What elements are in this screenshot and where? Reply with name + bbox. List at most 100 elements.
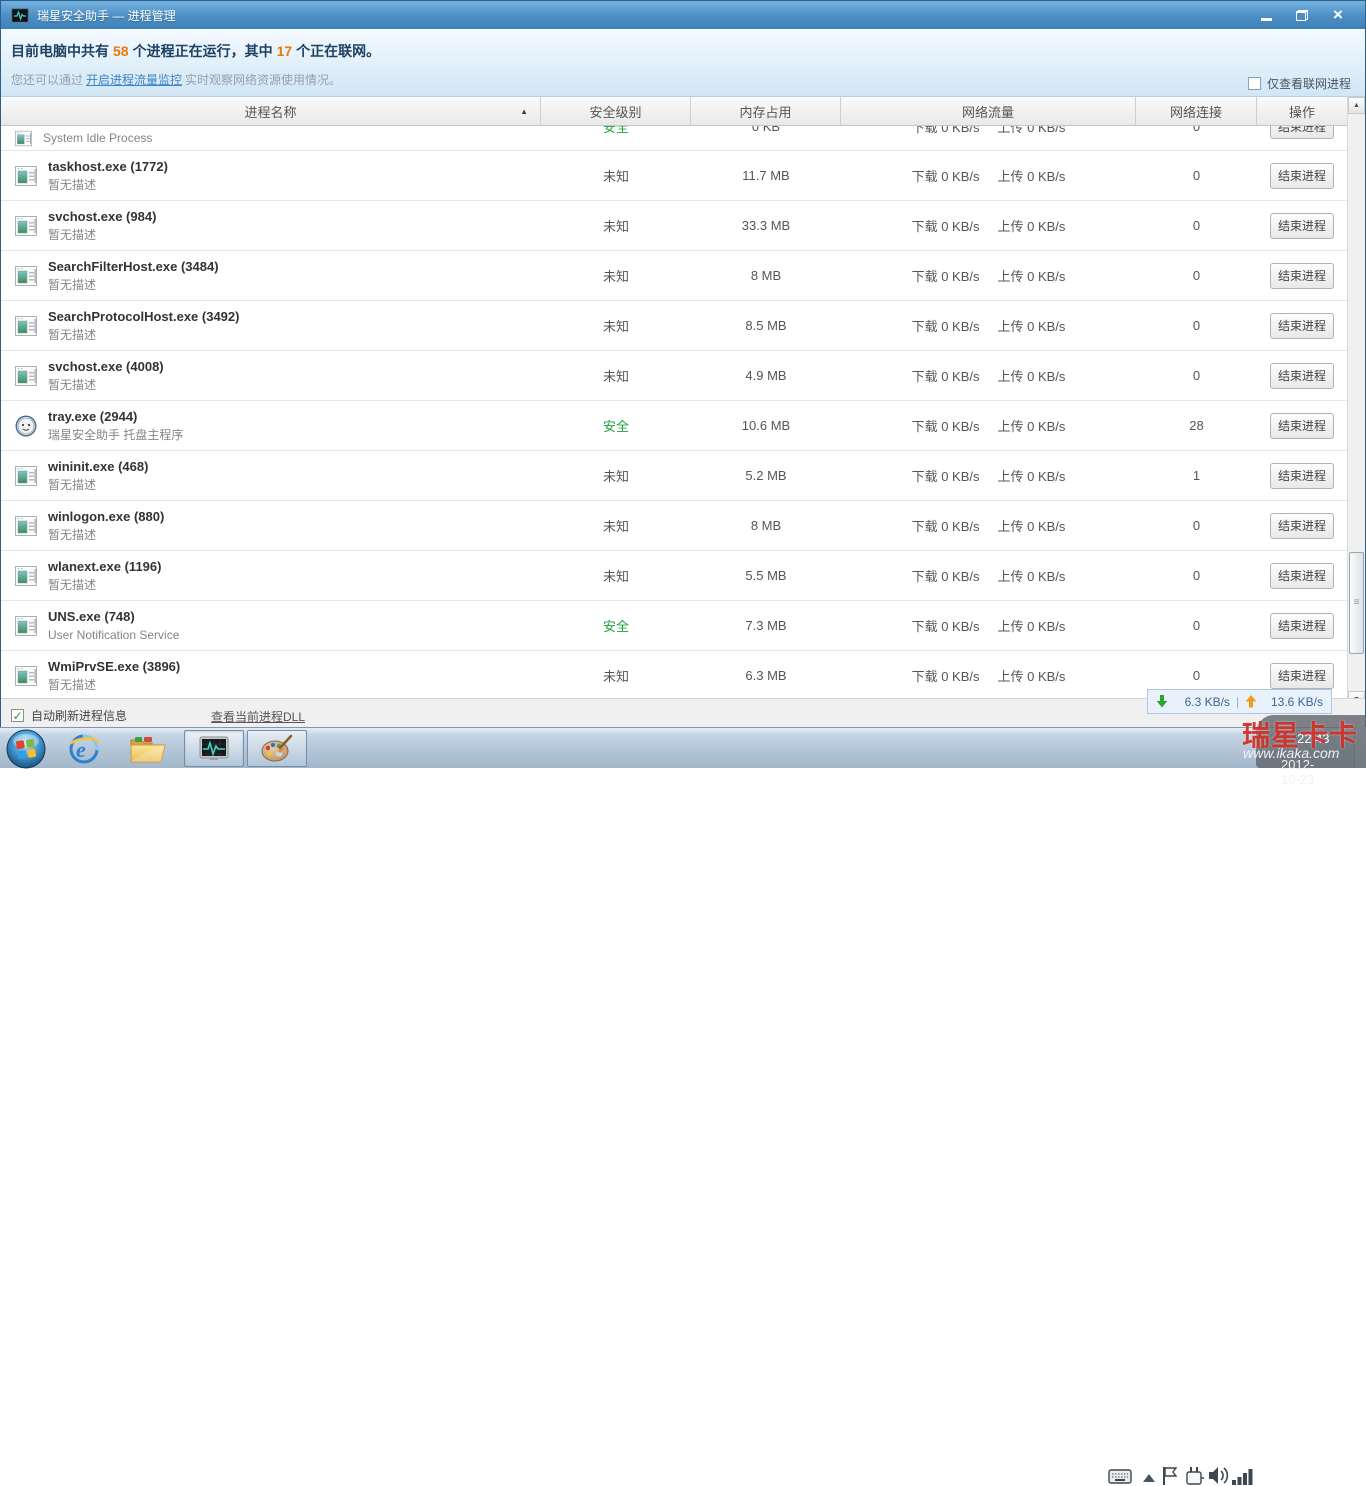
taskbar-paint-button[interactable] <box>247 730 307 767</box>
view-dll-link[interactable]: 查看当前进程DLL <box>211 708 305 725</box>
network-traffic-cell: 下载 0 KB/s 上传 0 KB/s <box>841 151 1136 200</box>
process-name: SearchProtocolHost.exe (3492) <box>48 308 240 324</box>
online-only-checkbox-box[interactable] <box>1247 77 1261 90</box>
autorefresh-checkbox[interactable]: ✓ 自动刷新进程信息 <box>11 707 127 724</box>
process-summary: 目前电脑中共有 58 个进程正在运行，其中 17 个正在联网。 <box>11 41 380 61</box>
memory-usage-cell: 8 MB <box>691 251 841 300</box>
network-connections-cell: 0 <box>1136 351 1257 400</box>
column-header-level[interactable]: 安全级别 <box>541 97 691 125</box>
kill-process-button[interactable]: 结束进程 <box>1270 512 1334 539</box>
kill-process-button[interactable]: 结束进程 <box>1270 612 1334 639</box>
network-connections-cell: 0 <box>1136 201 1257 250</box>
kill-process-button[interactable]: 结束进程 <box>1270 412 1334 439</box>
show-desktop-button[interactable] <box>1354 727 1366 768</box>
minimize-button[interactable] <box>1253 6 1279 24</box>
column-header-name[interactable]: 进程名称 ▲ <box>1 97 541 125</box>
taskbar-process-manager-button[interactable] <box>184 730 244 767</box>
download-traffic: 下载 0 KB/s <box>911 419 980 434</box>
vertical-scrollbar[interactable]: ▲ ≡ ▼ <box>1347 97 1365 708</box>
autorefresh-checkbox-box[interactable]: ✓ <box>11 709 24 723</box>
kill-process-button[interactable]: 结束进程 <box>1270 162 1334 189</box>
network-connections-cell: 0 <box>1136 251 1257 300</box>
connection-count: 0 <box>1192 126 1201 134</box>
kill-process-button[interactable]: 结束进程 <box>1270 262 1334 289</box>
upload-traffic: 上传 0 KB/s <box>997 519 1066 534</box>
process-name: wlanext.exe (1196) <box>48 558 162 574</box>
column-header-action[interactable]: 操作 <box>1257 97 1347 125</box>
security-level-cell: 未知 <box>541 351 691 400</box>
close-icon: × <box>1333 5 1343 24</box>
close-button[interactable]: × <box>1325 6 1351 24</box>
process-row: SearchProtocolHost.exe (3492) 暂无描述 未知 8.… <box>1 301 1347 351</box>
process-name-cell: taskhost.exe (1772) 暂无描述 <box>1 151 541 200</box>
kill-process-button[interactable]: 结束进程 <box>1270 562 1334 589</box>
traffic-hint: 您还可以通过 开启进程流量监控 实时观察网络资源使用情况。 <box>11 71 341 88</box>
process-text: WmiPrvSE.exe (3896) 暂无描述 <box>48 659 180 693</box>
network-traffic-cell: 下载 0 KB/s 上传 0 KB/s <box>841 451 1136 500</box>
tray-show-hidden-icons-chevron[interactable] <box>1143 1474 1155 1482</box>
connection-count: 0 <box>1192 518 1201 533</box>
security-level: 未知 <box>602 319 629 334</box>
memory-usage: 5.2 MB <box>745 468 787 483</box>
process-count: 58 <box>113 43 129 59</box>
kill-process-button[interactable]: 结束进程 <box>1270 462 1334 489</box>
kill-process-button[interactable]: 结束进程 <box>1270 126 1334 139</box>
tray-network-signal-icon[interactable] <box>1232 1468 1254 1485</box>
process-row: svchost.exe (4008) 暂无描述 未知 4.9 MB 下载 0 K… <box>1 351 1347 401</box>
enable-traffic-monitor-link[interactable]: 开启进程流量监控 <box>86 73 182 87</box>
process-name: taskhost.exe (1772) <box>48 158 168 174</box>
restore-button[interactable] <box>1289 6 1315 24</box>
network-traffic-cell: 下载 0 KB/s 上传 0 KB/s <box>841 301 1136 350</box>
tray-power-plug-icon[interactable] <box>1185 1466 1205 1486</box>
column-header-connections[interactable]: 网络连接 <box>1136 97 1257 125</box>
download-traffic: 下载 0 KB/s <box>911 319 980 334</box>
process-row: SearchFilterHost.exe (3484) 暂无描述 未知 8 MB… <box>1 251 1347 301</box>
taskbar-ie-icon[interactable]: e <box>62 731 106 767</box>
default-process-icon <box>15 565 37 586</box>
process-name: SearchFilterHost.exe (3484) <box>48 258 219 274</box>
column-header-memory[interactable]: 内存占用 <box>691 97 841 125</box>
memory-usage-cell: 7.3 MB <box>691 601 841 650</box>
process-text: SearchFilterHost.exe (3484) 暂无描述 <box>48 259 219 293</box>
network-traffic-cell: 下载 0 KB/s 上传 0 KB/s <box>841 351 1136 400</box>
connection-count: 0 <box>1192 668 1201 683</box>
process-row: winlogon.exe (880) 暂无描述 未知 8 MB 下载 0 KB/… <box>1 501 1347 551</box>
memory-usage-cell: 0 KB <box>691 126 841 138</box>
online-only-checkbox[interactable]: 仅查看联网进程 <box>1247 75 1351 92</box>
memory-usage-cell: 10.6 MB <box>691 401 841 450</box>
kill-process-button[interactable]: 结束进程 <box>1270 212 1334 239</box>
scrollbar-thumb[interactable]: ≡ <box>1349 552 1364 654</box>
kill-process-button[interactable]: 结束进程 <box>1270 312 1334 339</box>
kill-process-button[interactable]: 结束进程 <box>1270 362 1334 389</box>
start-button[interactable] <box>6 729 46 769</box>
process-description: 瑞星安全助手 托盘主程序 <box>48 427 184 442</box>
memory-usage-cell: 4.9 MB <box>691 351 841 400</box>
process-description: 暂无描述 <box>48 677 97 692</box>
process-description: 暂无描述 <box>48 227 97 242</box>
autorefresh-label: 自动刷新进程信息 <box>31 709 128 723</box>
online-count: 17 <box>276 43 293 59</box>
process-name-cell: winlogon.exe (880) 暂无描述 <box>1 501 541 550</box>
taskbar: e <box>0 727 1366 1485</box>
upload-traffic: 上传 0 KB/s <box>997 469 1066 484</box>
scroll-up-arrow[interactable]: ▲ <box>1348 97 1365 114</box>
memory-usage: 7.3 MB <box>745 618 787 633</box>
paint-icon <box>261 734 293 761</box>
memory-usage: 6.3 MB <box>745 668 787 683</box>
kill-process-button[interactable]: 结束进程 <box>1270 662 1334 689</box>
process-name-cell: WmiPrvSE.exe (3896) 暂无描述 <box>1 651 541 698</box>
tray-volume-icon[interactable] <box>1208 1466 1230 1485</box>
window-title: 瑞星安全助手 — 进程管理 <box>37 8 176 23</box>
tray-action-center-flag-icon[interactable] <box>1161 1466 1179 1486</box>
process-text: UNS.exe (748) User Notification Service <box>48 609 179 643</box>
taskbar-explorer-icon[interactable] <box>126 731 170 767</box>
security-level: 未知 <box>602 269 629 284</box>
process-text: svchost.exe (4008) 暂无描述 <box>48 359 164 393</box>
memory-usage: 8.5 MB <box>745 318 787 333</box>
security-level-cell: 安全 <box>541 126 691 138</box>
info-panel: 目前电脑中共有 58 个进程正在运行，其中 17 个正在联网。 您还可以通过 开启进程流量… <box>1 29 1365 97</box>
connection-count: 0 <box>1192 618 1201 633</box>
column-header-traffic[interactable]: 网络流量 <box>841 97 1136 125</box>
tray-keyboard-icon[interactable] <box>1108 1469 1132 1484</box>
memory-usage-cell: 5.2 MB <box>691 451 841 500</box>
